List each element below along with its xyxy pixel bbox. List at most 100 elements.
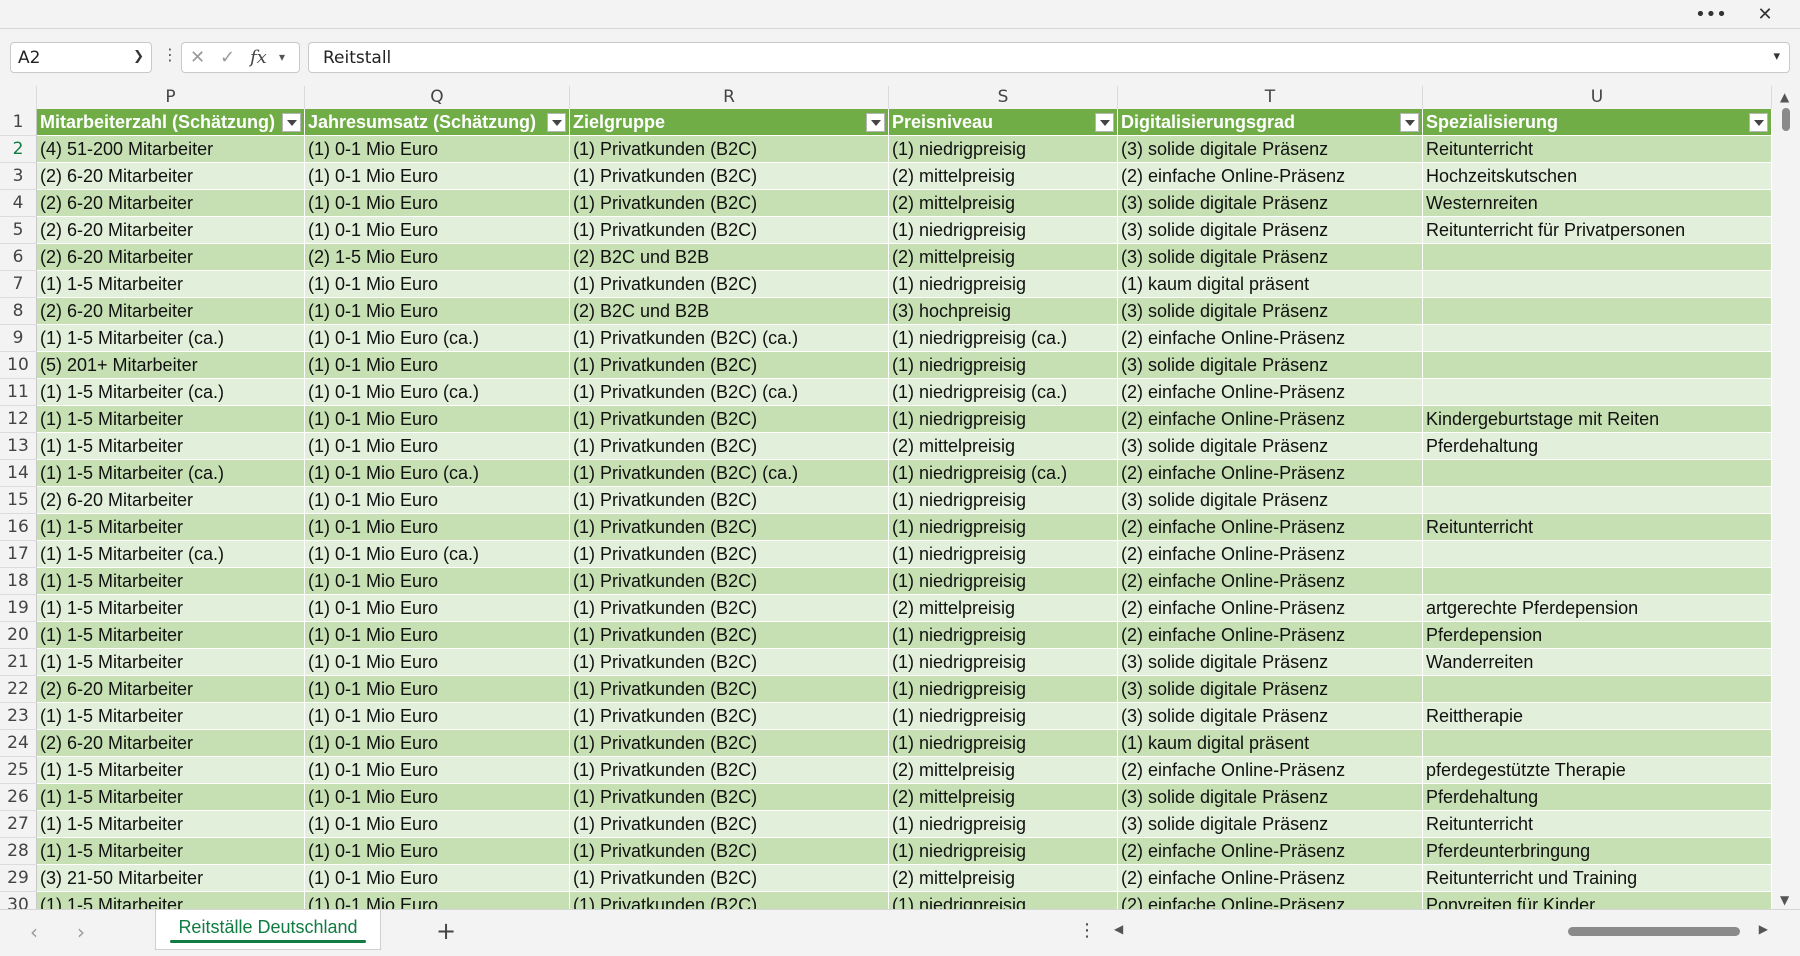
- table-cell[interactable]: (3) solide digitale Präsenz: [1118, 676, 1423, 703]
- table-cell[interactable]: (2) einfache Online-Präsenz: [1118, 163, 1423, 190]
- table-cell[interactable]: (2) mittelpreisig: [889, 757, 1118, 784]
- filter-dropdown-icon[interactable]: [282, 113, 301, 132]
- table-cell[interactable]: (5) 201+ Mitarbeiter: [37, 352, 305, 379]
- table-cell[interactable]: (1) Privatkunden (B2C) (ca.): [570, 325, 889, 352]
- row-number[interactable]: 9: [0, 325, 37, 352]
- table-cell[interactable]: (1) 0-1 Mio Euro: [305, 163, 570, 190]
- table-cell[interactable]: (1) 0-1 Mio Euro: [305, 676, 570, 703]
- table-cell[interactable]: (1) niedrigpreisig: [889, 730, 1118, 757]
- table-cell[interactable]: (1) 0-1 Mio Euro: [305, 892, 570, 909]
- horizontal-scrollbar[interactable]: ◀ ▶: [1108, 920, 1768, 942]
- row-number[interactable]: 5: [0, 217, 37, 244]
- select-all-corner[interactable]: [0, 86, 37, 109]
- table-cell[interactable]: (1) Privatkunden (B2C): [570, 433, 889, 460]
- table-cell[interactable]: (1) niedrigpreisig: [889, 838, 1118, 865]
- table-cell[interactable]: (1) niedrigpreisig: [889, 676, 1118, 703]
- chevron-down-icon[interactable]: ❯: [133, 49, 144, 64]
- table-cell[interactable]: (1) Privatkunden (B2C): [570, 352, 889, 379]
- table-cell[interactable]: [1423, 325, 1772, 352]
- row-number[interactable]: 12: [0, 406, 37, 433]
- table-cell[interactable]: (1) niedrigpreisig (ca.): [889, 460, 1118, 487]
- table-cell[interactable]: (1) niedrigpreisig: [889, 406, 1118, 433]
- table-cell[interactable]: (1) niedrigpreisig: [889, 352, 1118, 379]
- table-cell[interactable]: (1) 0-1 Mio Euro: [305, 568, 570, 595]
- row-number[interactable]: 1: [0, 109, 37, 136]
- row-number[interactable]: 21: [0, 649, 37, 676]
- table-cell[interactable]: (1) Privatkunden (B2C) (ca.): [570, 379, 889, 406]
- table-cell[interactable]: (1) Privatkunden (B2C): [570, 865, 889, 892]
- row-number[interactable]: 4: [0, 190, 37, 217]
- row-number[interactable]: 8: [0, 298, 37, 325]
- header-cell[interactable]: Jahresumsatz (Schätzung): [305, 109, 570, 136]
- fx-icon[interactable]: fx: [250, 47, 267, 68]
- table-cell[interactable]: (1) 0-1 Mio Euro: [305, 784, 570, 811]
- table-cell[interactable]: Reitunterricht für Privatpersonen: [1423, 217, 1772, 244]
- table-cell[interactable]: (1) niedrigpreisig: [889, 892, 1118, 909]
- table-cell[interactable]: (1) Privatkunden (B2C): [570, 190, 889, 217]
- filter-dropdown-icon[interactable]: [1749, 113, 1768, 132]
- table-cell[interactable]: (1) 1-5 Mitarbeiter: [37, 406, 305, 433]
- table-cell[interactable]: (1) 0-1 Mio Euro (ca.): [305, 325, 570, 352]
- table-cell[interactable]: (1) 0-1 Mio Euro: [305, 838, 570, 865]
- column-header-p[interactable]: P: [37, 86, 305, 109]
- table-cell[interactable]: Reitunterricht: [1423, 514, 1772, 541]
- row-number[interactable]: 19: [0, 595, 37, 622]
- table-cell[interactable]: (2) einfache Online-Präsenz: [1118, 460, 1423, 487]
- table-cell[interactable]: (2) B2C und B2B: [570, 298, 889, 325]
- table-cell[interactable]: pferdegestützte Therapie: [1423, 757, 1772, 784]
- table-cell[interactable]: (1) 0-1 Mio Euro: [305, 811, 570, 838]
- table-cell[interactable]: (1) 1-5 Mitarbeiter (ca.): [37, 379, 305, 406]
- table-cell[interactable]: (2) 6-20 Mitarbeiter: [37, 730, 305, 757]
- table-cell[interactable]: (1) Privatkunden (B2C): [570, 595, 889, 622]
- table-cell[interactable]: (2) mittelpreisig: [889, 784, 1118, 811]
- table-cell[interactable]: (2) mittelpreisig: [889, 595, 1118, 622]
- table-cell[interactable]: (1) Privatkunden (B2C): [570, 730, 889, 757]
- table-cell[interactable]: (3) hochpreisig: [889, 298, 1118, 325]
- column-header-t[interactable]: T: [1118, 86, 1423, 109]
- table-cell[interactable]: [1423, 568, 1772, 595]
- sheet-tab-active[interactable]: Reitställe Deutschland: [155, 910, 381, 950]
- table-cell[interactable]: (1) niedrigpreisig: [889, 271, 1118, 298]
- table-cell[interactable]: (1) niedrigpreisig: [889, 703, 1118, 730]
- row-number[interactable]: 13: [0, 433, 37, 460]
- row-number[interactable]: 27: [0, 811, 37, 838]
- scroll-right-icon[interactable]: ▶: [1759, 922, 1768, 936]
- row-number[interactable]: 30: [0, 892, 37, 909]
- table-cell[interactable]: (3) solide digitale Präsenz: [1118, 136, 1423, 163]
- row-number[interactable]: 18: [0, 568, 37, 595]
- table-cell[interactable]: (1) Privatkunden (B2C): [570, 541, 889, 568]
- table-cell[interactable]: (1) Privatkunden (B2C): [570, 676, 889, 703]
- table-cell[interactable]: (3) solide digitale Präsenz: [1118, 190, 1423, 217]
- close-icon[interactable]: ✕: [1742, 0, 1788, 28]
- table-cell[interactable]: (1) Privatkunden (B2C): [570, 406, 889, 433]
- table-cell[interactable]: (1) 1-5 Mitarbeiter: [37, 649, 305, 676]
- table-cell[interactable]: [1423, 379, 1772, 406]
- row-number[interactable]: 15: [0, 487, 37, 514]
- table-cell[interactable]: Ponyreiten für Kinder: [1423, 892, 1772, 909]
- table-cell[interactable]: (1) niedrigpreisig: [889, 487, 1118, 514]
- table-cell[interactable]: (4) 51-200 Mitarbeiter: [37, 136, 305, 163]
- table-cell[interactable]: (1) 0-1 Mio Euro: [305, 757, 570, 784]
- table-cell[interactable]: (3) solide digitale Präsenz: [1118, 217, 1423, 244]
- table-cell[interactable]: (1) 0-1 Mio Euro: [305, 352, 570, 379]
- row-number[interactable]: 17: [0, 541, 37, 568]
- table-cell[interactable]: (1) 1-5 Mitarbeiter (ca.): [37, 541, 305, 568]
- table-cell[interactable]: (1) niedrigpreisig: [889, 541, 1118, 568]
- table-cell[interactable]: (1) 0-1 Mio Euro: [305, 595, 570, 622]
- table-cell[interactable]: (1) Privatkunden (B2C): [570, 568, 889, 595]
- row-number[interactable]: 6: [0, 244, 37, 271]
- table-cell[interactable]: (1) 0-1 Mio Euro: [305, 514, 570, 541]
- table-cell[interactable]: (2) 6-20 Mitarbeiter: [37, 676, 305, 703]
- table-cell[interactable]: (1) niedrigpreisig: [889, 622, 1118, 649]
- table-cell[interactable]: (3) solide digitale Präsenz: [1118, 811, 1423, 838]
- column-header-r[interactable]: R: [570, 86, 889, 109]
- table-cell[interactable]: (2) einfache Online-Präsenz: [1118, 541, 1423, 568]
- scroll-thumb[interactable]: [1782, 108, 1790, 131]
- row-number[interactable]: 11: [0, 379, 37, 406]
- table-cell[interactable]: Reitunterricht: [1423, 136, 1772, 163]
- table-cell[interactable]: (1) Privatkunden (B2C) (ca.): [570, 460, 889, 487]
- table-cell[interactable]: (1) Privatkunden (B2C): [570, 514, 889, 541]
- table-cell[interactable]: (3) solide digitale Präsenz: [1118, 784, 1423, 811]
- table-cell[interactable]: (1) Privatkunden (B2C): [570, 784, 889, 811]
- header-cell[interactable]: Preisniveau: [889, 109, 1118, 136]
